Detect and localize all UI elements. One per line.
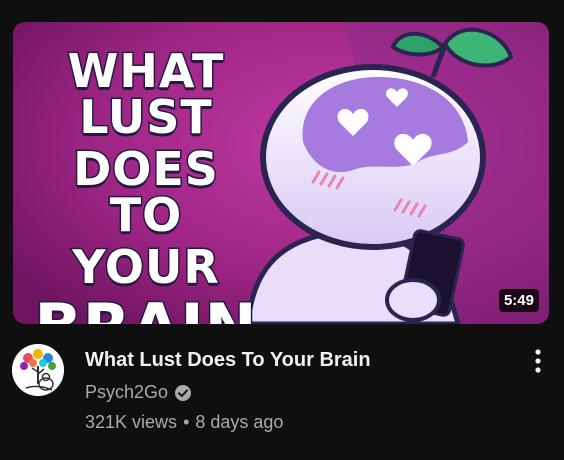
thumbnail-title-line: DOES TO (72, 142, 220, 242)
tree-logo-icon (12, 344, 64, 396)
more-vert-icon[interactable] (524, 345, 552, 377)
channel-name[interactable]: Psych2Go (85, 382, 168, 403)
duration-badge: 5:49 (498, 289, 539, 312)
video-thumbnail[interactable]: WHAT LUST DOES TO YOUR BRAIN 5:49 (13, 22, 549, 324)
channel-row[interactable]: Psych2Go (85, 382, 505, 403)
separator-dot: • (183, 412, 190, 432)
video-title[interactable]: What Lust Does To Your Brain (85, 346, 505, 374)
view-count: 321K views (85, 412, 178, 432)
thumbnail-title-line: BRAIN (31, 294, 261, 324)
thumbnail-title-line: WHAT LUST (66, 44, 225, 144)
video-stats: 321K views • 8 days ago (85, 412, 505, 433)
upload-age: 8 days ago (195, 412, 284, 432)
video-metadata: What Lust Does To Your Brain Psych2Go 32… (85, 346, 505, 433)
channel-avatar[interactable] (12, 344, 64, 396)
verified-check-icon (174, 384, 192, 402)
video-card: WHAT LUST DOES TO YOUR BRAIN 5:49 What L… (0, 0, 564, 460)
thumbnail-title-text: WHAT LUST DOES TO YOUR BRAIN (31, 44, 261, 325)
thumbnail-title-line: YOUR (71, 240, 221, 294)
